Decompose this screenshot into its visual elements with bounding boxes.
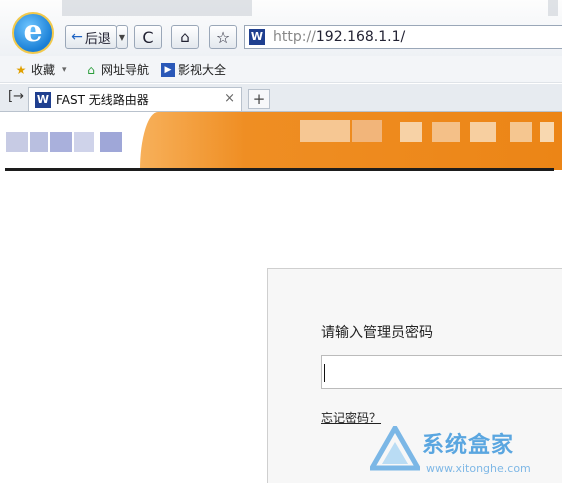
router-header-banner [0,112,562,170]
watermark-logo-icon [370,426,420,471]
browser-logo-icon: e [12,12,54,54]
history-dropdown-button[interactable]: ▼ [116,25,128,49]
watermark-url: www.xitonghe.com [426,462,531,475]
blurred-title-area [62,0,252,16]
back-arrow-icon: ← [71,29,83,45]
refresh-icon: C [142,27,154,47]
home-button[interactable]: ⌂ [171,25,199,49]
address-url[interactable]: http://192.168.1.1/ [273,29,405,45]
tab-bar: [→ W FAST 无线路由器 × + [0,84,562,112]
new-tab-button[interactable]: + [248,89,270,109]
tab-fast-router[interactable]: W FAST 无线路由器 × [28,87,242,111]
blurred-logo-block [30,132,48,152]
blurred-banner-block [352,120,382,142]
close-icon[interactable]: × [224,91,235,106]
site-favicon-icon: W [249,29,265,45]
tab-list-toggle-icon[interactable]: [→ [8,89,24,104]
blurred-banner-block [510,122,532,142]
text-caret [324,364,325,382]
banner-divider [5,168,554,171]
refresh-button[interactable]: C [134,25,162,49]
tab-title: FAST 无线路由器 [56,93,149,107]
password-prompt: 请输入管理员密码 [321,325,433,341]
site-favicon-icon: W [35,91,51,108]
back-button[interactable]: ← 后退 [65,25,117,49]
blurred-logo-block [74,132,94,152]
watermark-brand: 系统盒家 [422,433,515,458]
url-protocol: http:// [273,29,316,45]
blurred-logo-block [50,132,72,152]
star-outline-icon: ☆ [215,27,231,47]
browser-toolbar: e ← 后退 ▼ C ⌂ ☆ W http://192.168.1.1/ [0,0,562,56]
blurred-logo-block [6,132,28,152]
film-icon: ▶ [161,62,175,77]
address-bar[interactable]: W http://192.168.1.1/ [244,25,562,49]
favorite-link-label: 网址导航 [101,63,150,77]
home-icon: ⌂ [180,28,190,46]
blurred-logo-block [100,132,122,152]
blurred-banner-block [432,122,460,142]
url-host: 192.168.1.1/ [315,29,406,45]
blurred-banner-block [470,122,496,142]
favorites-menu[interactable]: ★ 收藏 ▾ [14,61,67,78]
home-nav-icon: ⌂ [87,62,95,77]
star-icon: ★ [15,62,27,77]
blurred-banner-block [540,122,554,142]
favorite-link-nav[interactable]: ⌂ 网址导航 [84,61,149,78]
favorite-link-video[interactable]: ▶ 影视大全 [161,61,226,78]
watermark: 系统盒家 www.xitonghe.com [370,424,560,482]
back-button-label: 后退 [84,31,111,47]
banner-orange-band [140,112,562,170]
chevron-down-icon: ▾ [62,64,67,75]
blurred-banner-block [300,120,350,142]
chevron-down-icon: ▼ [118,32,126,42]
plus-icon: + [252,90,266,108]
favorites-label: 收藏 [31,63,56,77]
blurred-banner-block [400,122,422,142]
favorites-bar: ★ 收藏 ▾ ⌂ 网址导航 ▶ 影视大全 [0,56,562,83]
blurred-window-control [548,0,558,16]
admin-password-input[interactable] [321,355,562,389]
favorite-button[interactable]: ☆ [209,25,237,49]
favorite-link-label: 影视大全 [178,63,227,77]
